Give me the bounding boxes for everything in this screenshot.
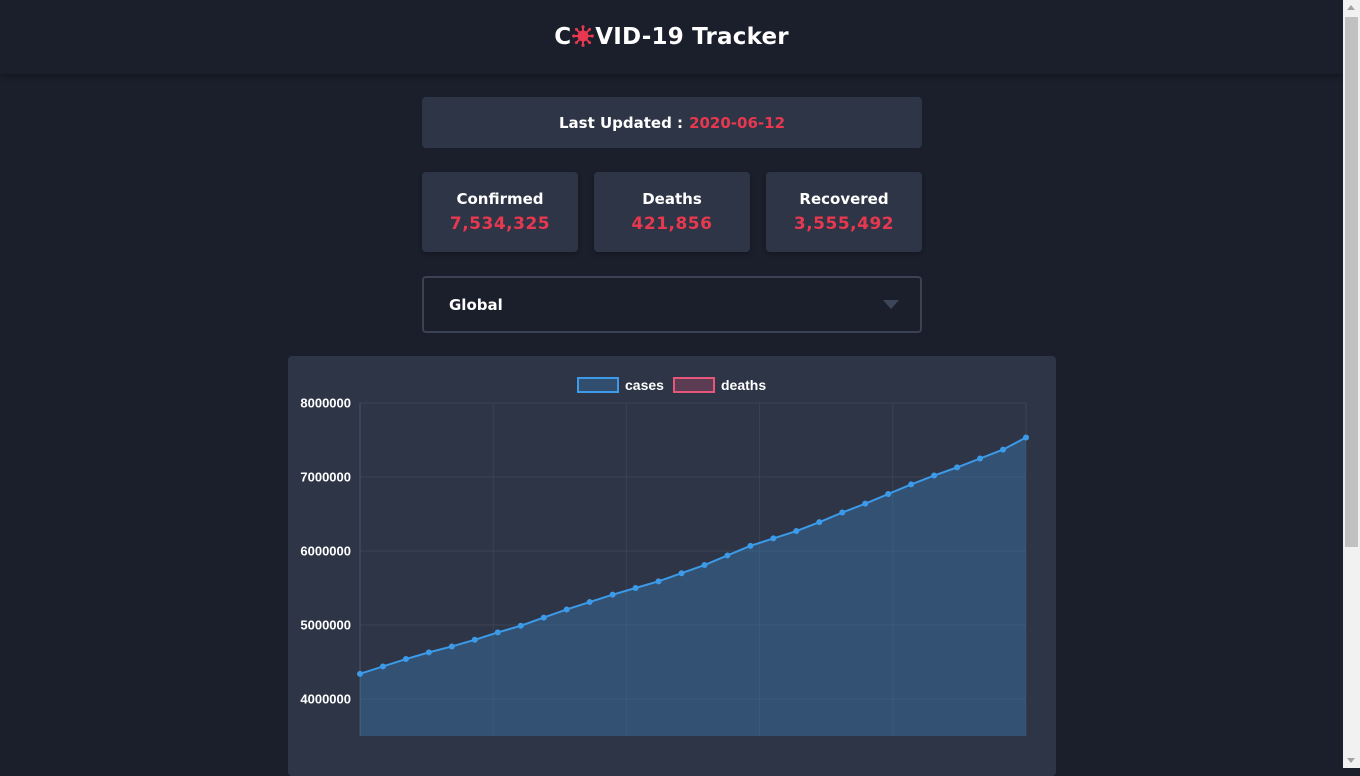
cases-point [1000,446,1007,453]
cases-point [770,535,777,542]
legend-swatch-deaths [673,377,715,393]
cases-point [954,464,961,471]
cases-point [471,636,478,643]
last-updated-label: Last Updated : [558,113,684,132]
deaths-label: Deaths [642,190,702,208]
page-scrollbar[interactable] [1343,0,1360,768]
cases-point [1023,434,1029,441]
cases-point [494,629,501,636]
scroll-down-arrow-icon[interactable] [1347,758,1355,763]
app-header: C VID-19 Tracker [0,0,1343,74]
legend-label-deaths: deaths [721,377,766,393]
legend-label-cases: cases [625,377,664,393]
recovered-label: Recovered [799,190,889,208]
last-updated-card: Last Updated : 2020-06-12 [422,97,922,148]
virus-icon [572,25,595,47]
y-tick-label: 6000000 [300,544,351,559]
cases-point [357,670,363,677]
title-suffix: VID-19 Tracker [595,24,789,50]
cases-point [655,578,662,585]
cases-point [931,472,938,479]
y-tick-label: 4000000 [300,692,351,707]
cases-point [701,562,708,569]
y-tick-label: 7000000 [300,470,351,485]
cases-point [724,552,731,559]
scrollbar-thumb[interactable] [1345,17,1358,547]
y-tick-label: 5000000 [300,618,351,633]
cases-point [816,519,823,526]
cases-point [586,599,593,606]
cases-point [448,643,455,650]
confirmed-value: 7,534,325 [449,214,551,234]
deaths-value: 421,856 [631,214,713,234]
cases-point [977,455,984,462]
confirmed-label: Confirmed [456,190,544,208]
cases-point [517,622,524,629]
region-select[interactable]: Global [422,276,922,333]
cases-point [862,500,869,507]
cases-point [563,606,570,613]
cases-point [747,542,754,549]
cases-point [793,528,800,535]
cases-point [839,509,846,516]
deaths-card: Deaths 421,856 [594,172,750,252]
legend-swatch-cases [577,377,619,393]
chart-card: 8000000 7000000 6000000 5000000 4000000 cases… [288,356,1056,776]
cases-point [425,649,432,656]
recovered-card: Recovered 3,555,492 [766,172,922,252]
last-updated-date: 2020-06-12 [689,113,786,132]
cases-point [540,614,547,621]
chevron-down-icon [883,300,899,309]
recovered-value: 3,555,492 [793,214,895,234]
y-tick-label: 8000000 [300,396,351,411]
cases-point [885,491,892,498]
scroll-up-arrow-icon[interactable] [1347,5,1355,10]
confirmed-card: Confirmed 7,534,325 [422,172,578,252]
cases-point [632,585,639,591]
cases-point [678,570,685,577]
cases-area [360,437,1026,736]
title-prefix: C [554,24,572,50]
cases-point [908,481,915,488]
cases-chart: 8000000 7000000 6000000 5000000 4000000 cases… [300,377,1029,736]
cases-point [402,656,409,663]
region-select-value: Global [449,295,503,314]
cases-point [379,663,386,670]
page-title: C VID-19 Tracker [554,24,789,50]
cases-point [609,591,616,598]
